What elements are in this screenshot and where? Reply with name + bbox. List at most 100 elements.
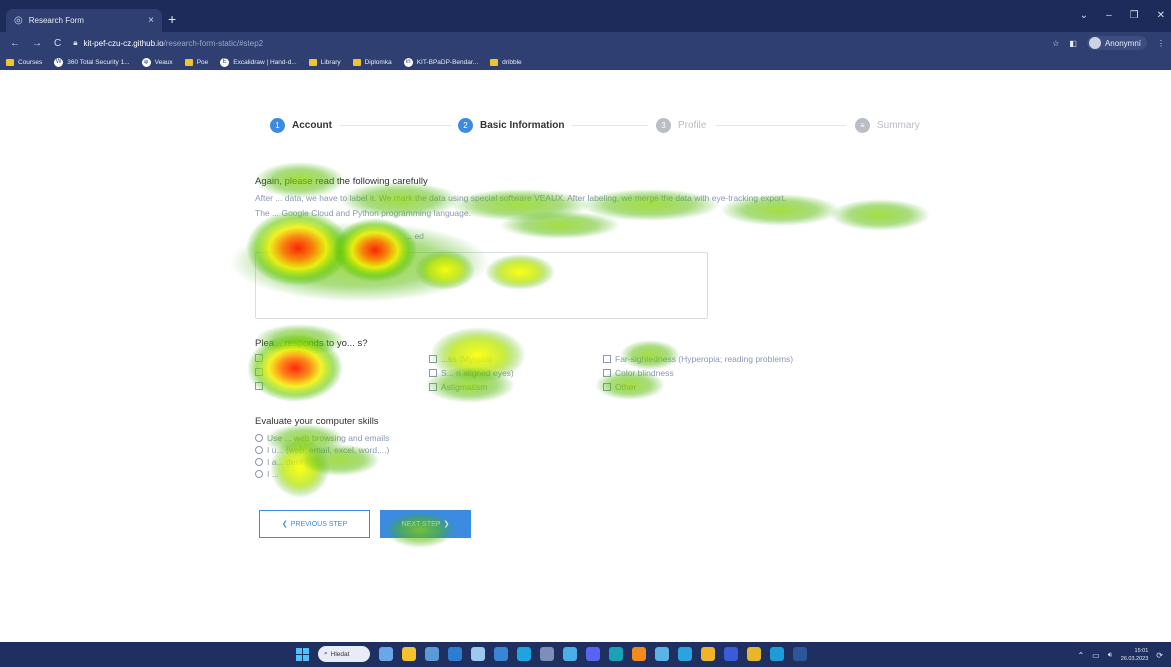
powerbi-icon[interactable] — [701, 647, 715, 661]
checkbox[interactable] — [429, 369, 437, 377]
checkbox[interactable] — [429, 355, 437, 363]
app-icon[interactable] — [540, 647, 554, 661]
more-menu-icon[interactable]: ⋮ — [1157, 39, 1165, 48]
app-icon[interactable] — [724, 647, 738, 661]
bookmark-item[interactable]: in KIT-BPaDP-Bendar... — [403, 57, 478, 67]
bookmark-item[interactable]: Library — [308, 58, 341, 66]
bookmark-label: 360 Total Security 1... — [67, 58, 130, 66]
next-step-label: NEXT STEP — [401, 520, 441, 528]
app-icon[interactable] — [517, 647, 531, 661]
app-icon[interactable] — [448, 647, 462, 661]
search-icon: ⌕ — [324, 650, 328, 657]
bookmark-item[interactable]: Courses — [6, 58, 42, 66]
browser-tab[interactable]: ◎ Research Form × — [6, 9, 162, 32]
word-icon[interactable] — [793, 647, 807, 661]
star-icon[interactable]: ☆ — [1052, 39, 1059, 48]
folder-icon — [184, 58, 193, 66]
checkbox-item[interactable]: Color blindness — [603, 368, 674, 378]
volume-icon[interactable]: 🔉︎ — [1108, 650, 1113, 660]
bookmark-item[interactable]: W 360 Total Security 1... — [54, 57, 130, 67]
maximize-button[interactable]: ❐ — [1130, 10, 1139, 21]
radio-button[interactable] — [255, 446, 263, 454]
next-step-button[interactable]: NEXT STEP ❯ — [380, 510, 471, 538]
reload-icon[interactable]: C — [54, 38, 61, 49]
eye-question: Plea... responds to yo... s? — [255, 338, 368, 349]
windows-start-icon[interactable] — [296, 647, 309, 661]
checkbox-item[interactable] — [255, 354, 267, 362]
bookmark-item[interactable]: Poe — [184, 58, 208, 66]
app-icon[interactable] — [770, 647, 784, 661]
checkbox[interactable] — [603, 369, 611, 377]
file-explorer-icon[interactable] — [402, 647, 416, 661]
checkbox[interactable] — [255, 382, 263, 390]
checkbox[interactable] — [429, 383, 437, 391]
radio-item[interactable]: I u... (web, email, excel, word,...) — [255, 444, 935, 456]
clock-time: 15:01 — [1134, 648, 1149, 654]
consent-textarea[interactable] — [255, 252, 708, 319]
profile-label: Anonymní — [1104, 38, 1141, 48]
step-summary[interactable]: ≡ Summary — [855, 118, 920, 133]
profile-chip[interactable]: Anonymní — [1086, 36, 1147, 50]
taskbar-search[interactable]: ⌕ Hledat — [318, 646, 370, 662]
step-label: Summary — [877, 120, 920, 131]
step-profile[interactable]: 3 Profile — [656, 118, 706, 133]
url-path: /research-form-static/#step2 — [163, 38, 264, 48]
minimize-button[interactable]: – — [1106, 10, 1112, 21]
radio-button[interactable] — [255, 434, 263, 442]
radio-item[interactable]: Use ... web browsing and emails — [255, 432, 935, 444]
radio-item[interactable]: I ... — [255, 468, 935, 480]
lock-icon[interactable]: 🔒︎ — [73, 38, 77, 48]
display-icon[interactable]: ▭ — [1092, 651, 1100, 660]
checkbox[interactable] — [255, 368, 263, 376]
checkbox-item[interactable] — [255, 368, 267, 376]
chevron-down-icon[interactable]: ⌄ — [1080, 10, 1088, 21]
checkbox-label: Astigmatism — [441, 382, 488, 392]
edge-icon[interactable] — [609, 647, 623, 661]
app-icon[interactable] — [494, 647, 508, 661]
radio-item[interactable]: I a... dent — [255, 456, 935, 468]
telegram-icon[interactable] — [678, 647, 692, 661]
settings-icon[interactable] — [471, 647, 485, 661]
windows-taskbar: ⌕ Hledat ⌃ ▭ 🔉︎ 15:01 26.03.2023 ⟳ — [0, 642, 1171, 667]
app-icon[interactable] — [655, 647, 669, 661]
checkbox-label: Color blindness — [615, 368, 674, 378]
checkbox[interactable] — [255, 354, 263, 362]
previous-step-button[interactable]: ❮ PREVIOUS STEP — [259, 510, 370, 538]
clock[interactable]: 15:01 26.03.2023 — [1121, 647, 1149, 663]
step-number: 3 — [656, 118, 671, 133]
url-field[interactable]: kit-pef-czu-cz.github.io/research-form-s… — [84, 39, 264, 48]
app-icon[interactable] — [425, 647, 439, 661]
checkbox[interactable] — [603, 355, 611, 363]
checkbox-item[interactable] — [255, 382, 267, 390]
step-connector — [572, 125, 648, 126]
radio-button[interactable] — [255, 458, 263, 466]
bookmark-item[interactable]: dribble — [490, 58, 522, 66]
bookmark-label: Excalidraw | Hand-d... — [233, 58, 297, 66]
bookmark-item[interactable]: E Excalidraw | Hand-d... — [220, 57, 297, 67]
forward-arrow-icon[interactable]: → — [32, 38, 42, 49]
notice-title: Again, please read the following careful… — [255, 176, 428, 187]
chrome-icon[interactable] — [747, 647, 761, 661]
close-window-button[interactable]: ✕ — [1157, 10, 1165, 21]
checkbox-item[interactable]: Far-sightedness (Hyperopia; reading prob… — [603, 354, 793, 364]
notification-icon[interactable]: ⟳ — [1156, 651, 1163, 660]
checkbox-item[interactable]: ...ss (Myopia) — [429, 354, 492, 364]
side-panel-icon[interactable]: ◧ — [1069, 39, 1077, 48]
checkbox[interactable] — [603, 383, 611, 391]
chevron-up-icon[interactable]: ⌃ — [1077, 651, 1084, 660]
radio-button[interactable] — [255, 470, 263, 478]
bookmark-item[interactable]: Diplomka — [352, 58, 392, 66]
task-view-icon[interactable] — [379, 647, 393, 661]
step-account[interactable]: 1 Account — [270, 118, 332, 133]
checkbox-item[interactable]: S... n aligned eyes) — [429, 368, 514, 378]
check-app-icon[interactable] — [563, 647, 577, 661]
checkbox-item[interactable]: Astigmatism — [429, 382, 487, 392]
new-tab-button[interactable]: + — [168, 12, 176, 26]
discord-icon[interactable] — [586, 647, 600, 661]
firefox-icon[interactable] — [632, 647, 646, 661]
checkbox-item[interactable]: Other — [603, 382, 636, 392]
bookmark-item[interactable]: ✲ Veaux — [141, 57, 173, 67]
step-basic-information[interactable]: 2 Basic Information — [458, 118, 564, 133]
back-arrow-icon[interactable]: ← — [10, 38, 20, 49]
close-tab-icon[interactable]: × — [148, 15, 154, 26]
